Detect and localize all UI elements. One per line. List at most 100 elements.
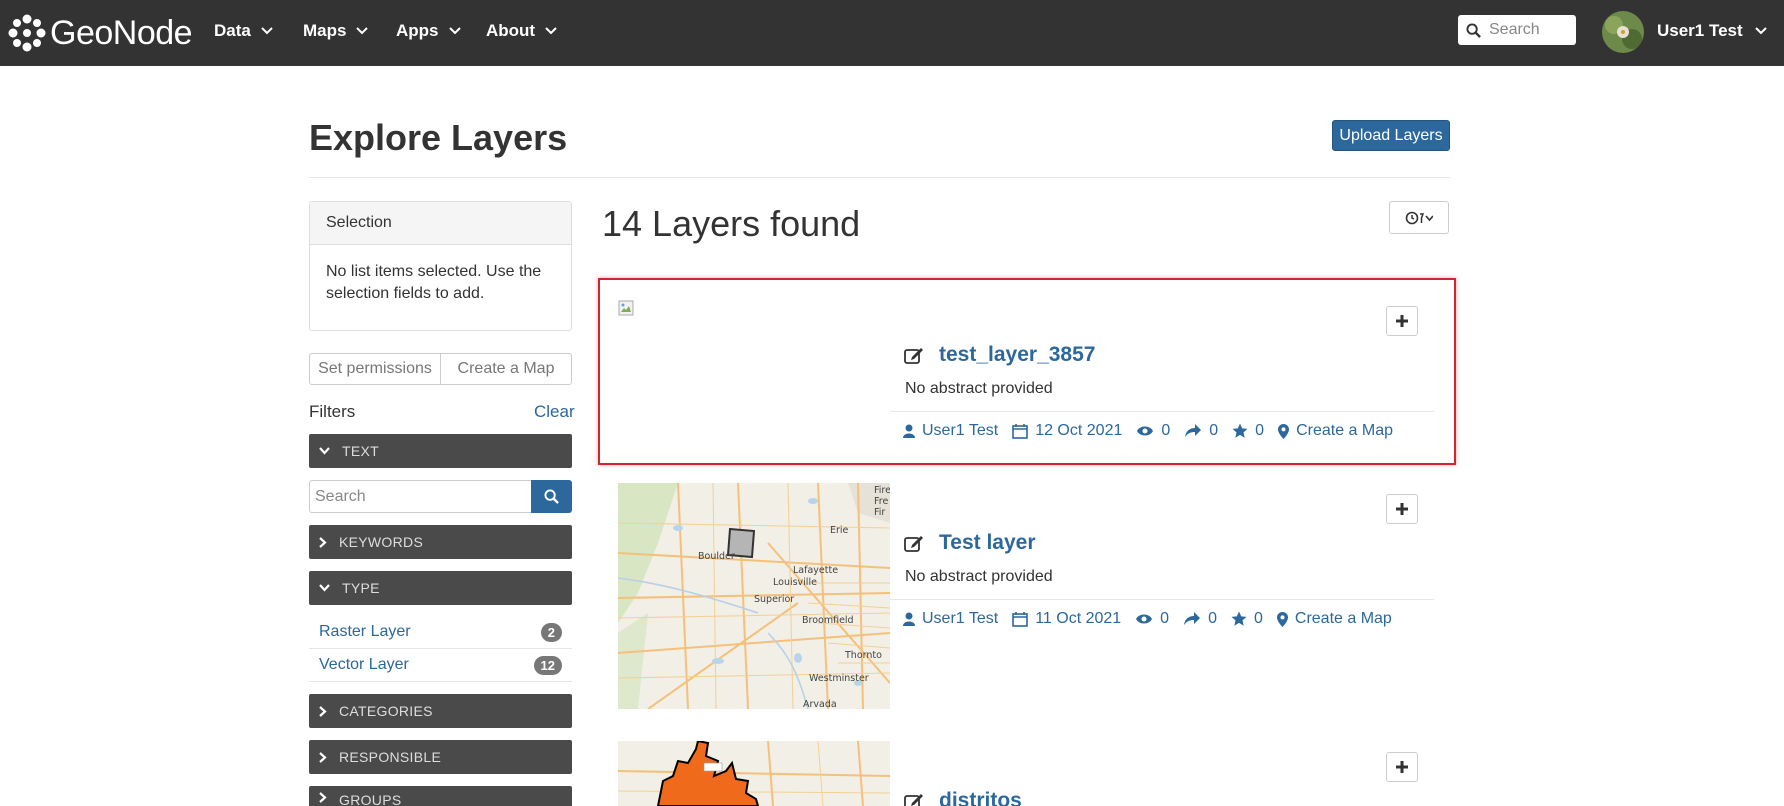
add-to-selection-button[interactable]	[1386, 752, 1418, 782]
facet-categories[interactable]: CATEGORIES	[309, 694, 572, 728]
nav-search-input[interactable]	[1489, 21, 1569, 39]
user-icon	[903, 424, 915, 438]
geonode-logo[interactable]: GeoNode	[8, 11, 193, 55]
rating-count: 0	[1255, 422, 1265, 439]
text-filter-input[interactable]	[309, 480, 531, 513]
brand-name: GeoNode	[50, 13, 193, 52]
layer-meta-divider	[890, 599, 1434, 600]
search-icon	[544, 489, 559, 504]
nav-menu-about[interactable]: About	[486, 0, 557, 62]
user-name-label: User1 Test	[1657, 21, 1743, 40]
views-meta: 0	[1136, 422, 1170, 440]
create-map-link[interactable]: Create a Map	[1276, 610, 1392, 628]
layer-meta-row: User1 Test 11 Oct 2021 0 0 0 Create a Ma…	[903, 610, 1406, 628]
avatar-image	[1602, 11, 1644, 53]
page-title: Explore Layers	[309, 117, 568, 158]
rating-count: 0	[1253, 610, 1263, 627]
map-marker-icon	[1276, 611, 1288, 627]
create-map-label: Create a Map	[1294, 610, 1392, 627]
map-label-fre: Fre	[874, 496, 888, 507]
chevron-right-icon	[319, 792, 327, 803]
text-filter-search-button[interactable]	[531, 480, 572, 513]
layer-abstract: No abstract provided	[905, 568, 1053, 585]
filters-label: Filters	[309, 402, 356, 421]
broken-thumbnail-image[interactable]	[618, 300, 638, 320]
share-icon	[1184, 612, 1201, 625]
nav-menu-maps[interactable]: Maps	[303, 0, 369, 62]
layer-title-row: test_layer_3857	[904, 343, 1095, 367]
clear-filters-link[interactable]: Clear	[534, 402, 575, 422]
map-label-thornton: Thornto	[844, 650, 882, 661]
search-icon	[1466, 22, 1481, 38]
count-badge: 12	[533, 655, 562, 675]
chevron-down-icon	[319, 584, 330, 592]
layer-title-link[interactable]: test_layer_3857	[939, 343, 1095, 367]
date-meta: 12 Oct 2021	[1012, 422, 1122, 440]
views-count: 0	[1161, 422, 1171, 439]
date-meta: 11 Oct 2021	[1012, 610, 1121, 628]
layer-thumbnail-map[interactable]: Boulder Erie Lafayette Louisville Superi…	[618, 483, 890, 709]
upload-layers-button[interactable]: Upload Layers	[1332, 120, 1450, 151]
layer-thumbnail-map[interactable]	[618, 741, 890, 806]
edit-icon[interactable]	[904, 346, 925, 364]
calendar-icon	[1012, 424, 1028, 439]
create-map-button[interactable]: Create a Map	[441, 353, 572, 385]
user-avatar[interactable]	[1602, 11, 1644, 53]
layer-date: 12 Oct 2021	[1035, 422, 1123, 439]
map-label-westminster: Westminster	[809, 673, 869, 684]
map-label-fir: Fir	[874, 507, 885, 518]
type-filter-raster[interactable]: Raster Layer 2	[309, 616, 572, 649]
geonode-snowflake-icon	[8, 14, 46, 52]
nav-menu-label: Maps	[303, 21, 347, 40]
add-to-selection-button[interactable]	[1386, 306, 1418, 336]
eye-icon	[1136, 614, 1153, 624]
facet-keywords[interactable]: KEYWORDS	[309, 525, 572, 559]
nav-menu-label: Apps	[396, 21, 439, 40]
shares-count: 0	[1208, 610, 1217, 627]
owner-name: User1 Test	[922, 422, 999, 439]
shares-meta: 0	[1184, 422, 1218, 440]
shares-meta: 0	[1183, 610, 1217, 628]
nav-menu-apps[interactable]: Apps	[396, 0, 461, 62]
edit-icon[interactable]	[904, 792, 925, 806]
map-label-arvada: Arvada	[803, 699, 837, 709]
rating-meta: 0	[1231, 610, 1263, 628]
sort-order-dropdown[interactable]	[1389, 201, 1449, 234]
nav-menu-label: About	[486, 21, 536, 40]
user-menu[interactable]: User1 Test	[1657, 0, 1767, 62]
share-icon	[1185, 424, 1202, 437]
owner-meta[interactable]: User1 Test	[903, 422, 998, 440]
edit-icon[interactable]	[904, 534, 925, 552]
owner-meta[interactable]: User1 Test	[903, 610, 998, 628]
layer-title-link[interactable]: distritos	[939, 789, 1022, 806]
top-navbar: GeoNode Data Maps Apps About User1 Test	[0, 0, 1784, 66]
nav-menu-data[interactable]: Data	[214, 0, 273, 62]
map-thumbnail-image: Boulder Erie Lafayette Louisville Superi…	[618, 483, 890, 709]
chevron-right-icon	[319, 536, 327, 548]
chevron-down-icon	[319, 447, 330, 455]
map-thumbnail-image	[618, 741, 890, 806]
map-label-superior: Superior	[754, 594, 794, 605]
map-label-boulder: Boulder	[698, 551, 735, 562]
chevron-down-icon	[261, 27, 273, 35]
layer-meta-row: User1 Test 12 Oct 2021 0 0 0 Create a Ma…	[903, 422, 1407, 440]
facet-label: CATEGORIES	[339, 703, 433, 719]
facet-type[interactable]: TYPE	[309, 571, 572, 605]
selection-actions: Set permissions Create a Map	[309, 353, 572, 385]
plus-icon	[1396, 503, 1408, 515]
layer-title-link[interactable]: Test layer	[939, 531, 1036, 555]
set-permissions-button[interactable]: Set permissions	[309, 353, 441, 385]
type-filter-vector[interactable]: Vector Layer 12	[309, 649, 572, 682]
owner-name: User1 Test	[922, 610, 999, 627]
selection-panel-title: Selection	[310, 202, 571, 245]
facet-groups[interactable]: GROUPS	[309, 786, 572, 806]
map-label-louisville: Louisville	[773, 577, 817, 588]
type-filter-label: Vector Layer	[319, 656, 409, 673]
facet-text[interactable]: TEXT	[309, 434, 572, 468]
add-to-selection-button[interactable]	[1386, 494, 1418, 524]
views-count: 0	[1160, 610, 1170, 627]
create-map-link[interactable]: Create a Map	[1278, 422, 1393, 440]
selection-panel: Selection No list items selected. Use th…	[309, 201, 572, 331]
map-label-lafayette: Lafayette	[793, 565, 838, 576]
facet-responsible[interactable]: RESPONSIBLE	[309, 740, 572, 774]
